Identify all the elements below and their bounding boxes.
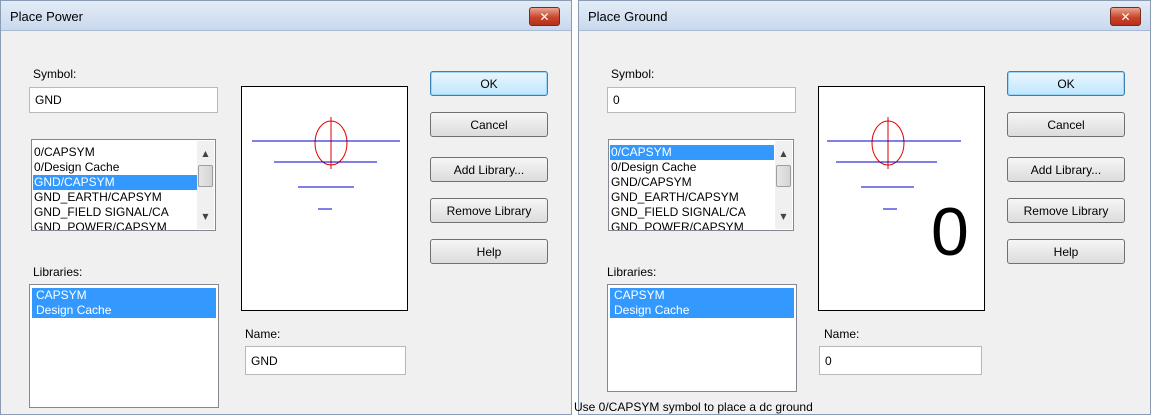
ok-button[interactable]: OK (430, 71, 548, 96)
name-input[interactable]: GND (245, 346, 406, 375)
libraries-label: Libraries: (33, 265, 83, 279)
list-item[interactable]: GND_POWER/CAPSYM (610, 220, 774, 230)
dialog-title: Place Ground (588, 9, 668, 24)
cancel-button[interactable]: Cancel (1007, 112, 1125, 137)
symbol-input[interactable]: 0 (607, 87, 796, 113)
remove-library-button[interactable]: Remove Library (430, 198, 548, 223)
remove-library-button[interactable]: Remove Library (1007, 198, 1125, 223)
place-ground-dialog: Place Ground ✕ Symbol: 0 0/CAPSYM 0/Desi… (574, 0, 1151, 415)
add-library-button[interactable]: Add Library... (1007, 157, 1125, 182)
symbol-preview (241, 86, 408, 311)
scroll-up-icon[interactable]: ▲ (197, 145, 214, 162)
title-bar[interactable]: Place Power ✕ (1, 1, 571, 31)
scroll-down-icon[interactable]: ▼ (197, 208, 214, 225)
status-message: Use 0/CAPSYM symbol to place a dc ground (574, 400, 813, 414)
symbol-label: Symbol: (33, 67, 77, 81)
libraries-listbox[interactable]: CAPSYM Design Cache (29, 284, 219, 408)
dialog-title: Place Power (10, 9, 83, 24)
list-item-selected[interactable]: 0/CAPSYM (610, 145, 774, 160)
scroll-thumb[interactable] (198, 165, 213, 187)
help-button[interactable]: Help (430, 239, 548, 264)
list-item[interactable]: 0/CAPSYM (33, 145, 197, 160)
list-item[interactable]: 0/Design Cache (33, 160, 197, 175)
close-icon: ✕ (539, 9, 550, 24)
symbol-listbox[interactable]: 0/CAPSYM 0/Design Cache GND/CAPSYM GND_E… (31, 139, 216, 231)
place-power-dialog: Place Power ✕ Symbol: GND 0/CAPSYM 0/Des… (0, 0, 572, 415)
library-item[interactable]: Design Cache (610, 303, 794, 318)
ground-symbol-icon (252, 117, 400, 210)
list-item[interactable]: GND_FIELD SIGNAL/CA (610, 205, 774, 220)
list-item[interactable]: GND/CAPSYM (610, 175, 774, 190)
add-library-button[interactable]: Add Library... (430, 157, 548, 182)
list-item[interactable]: 0/Design Cache (610, 160, 774, 175)
list-item-selected[interactable]: GND/CAPSYM (33, 175, 197, 190)
scroll-down-icon[interactable]: ▼ (775, 208, 792, 225)
library-item[interactable]: CAPSYM (32, 288, 216, 303)
name-input[interactable]: 0 (819, 346, 982, 375)
symbol-list-scrollbar[interactable]: ▲ ▼ (197, 141, 214, 229)
cancel-button[interactable]: Cancel (430, 112, 548, 137)
ground-symbol-icon: 0 (827, 117, 969, 270)
symbol-input[interactable]: GND (29, 87, 218, 113)
name-label: Name: (824, 327, 860, 341)
symbol-preview: 0 (818, 86, 985, 311)
ok-button[interactable]: OK (1007, 71, 1125, 96)
close-button[interactable]: ✕ (529, 7, 560, 26)
title-bar[interactable]: Place Ground ✕ (579, 1, 1150, 31)
symbol-list-scrollbar[interactable]: ▲ ▼ (775, 141, 792, 229)
close-button[interactable]: ✕ (1110, 7, 1141, 26)
libraries-label: Libraries: (607, 265, 657, 279)
help-button[interactable]: Help (1007, 239, 1125, 264)
library-item[interactable]: Design Cache (32, 303, 216, 318)
list-item[interactable]: GND_EARTH/CAPSYM (610, 190, 774, 205)
library-item[interactable]: CAPSYM (610, 288, 794, 303)
preview-name-text: 0 (931, 194, 969, 270)
libraries-listbox[interactable]: CAPSYM Design Cache (607, 284, 797, 392)
close-icon: ✕ (1120, 9, 1131, 24)
list-item[interactable]: GND_POWER/CAPSYM (33, 220, 197, 230)
symbol-listbox[interactable]: 0/CAPSYM 0/Design Cache GND/CAPSYM GND_E… (608, 139, 794, 231)
list-item[interactable]: GND_FIELD SIGNAL/CA (33, 205, 197, 220)
list-item[interactable]: GND_EARTH/CAPSYM (33, 190, 197, 205)
symbol-label: Symbol: (611, 67, 655, 81)
scroll-thumb[interactable] (776, 165, 791, 187)
name-label: Name: (245, 327, 281, 341)
scroll-up-icon[interactable]: ▲ (775, 145, 792, 162)
